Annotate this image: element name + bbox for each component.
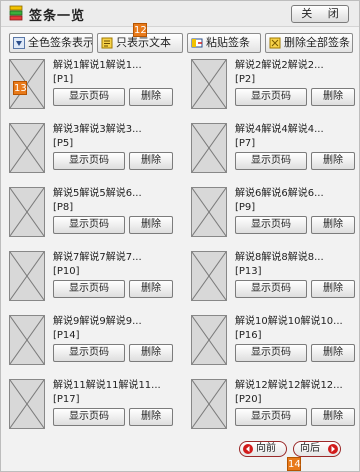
show-page-button[interactable]: 显示页码 [53,152,125,170]
show-page-button[interactable]: 显示页码 [53,216,125,234]
page-thumbnail[interactable] [191,251,227,301]
delete-all-label: 删除全部签条 [284,36,350,49]
note-card: 解说4解说4解说4... [P7] 显示页码 删除 [191,123,360,175]
show-page-button[interactable]: 显示页码 [235,88,307,106]
delete-note-button[interactable]: 删除 [311,152,355,170]
delete-all-button[interactable]: 删除全部签条 [265,33,353,53]
delete-all-icon [269,37,281,49]
callout-badge-toolbar: 12 [133,23,147,37]
next-page-label: 向后 [300,443,320,454]
show-page-button[interactable]: 显示页码 [235,280,307,298]
text-note-icon [101,37,113,49]
note-text: 解说11解说11解说11... [53,380,161,391]
show-page-button[interactable]: 显示页码 [53,88,125,106]
delete-note-button[interactable]: 删除 [129,280,173,298]
all-notes-button[interactable]: 全色签条表示 [9,33,93,53]
note-text: 解说8解说8解说8... [235,252,324,263]
dropdown-arrow-icon [13,37,25,49]
close-button[interactable]: 关 闭 [291,5,349,23]
delete-note-button[interactable]: 删除 [129,88,173,106]
delete-note-button[interactable]: 删除 [311,88,355,106]
note-text: 解说10解说10解说10... [235,316,343,327]
delete-note-button[interactable]: 删除 [129,344,173,362]
page-thumbnail[interactable] [191,123,227,173]
show-page-button[interactable]: 显示页码 [235,216,307,234]
paste-note-button[interactable]: 粘贴签条 [187,33,261,53]
arrow-left-icon [243,444,253,454]
show-page-button[interactable]: 显示页码 [53,280,125,298]
paste-label: 粘贴签条 [206,36,250,49]
note-text: 解说7解说7解说7... [53,252,142,263]
show-page-button[interactable]: 显示页码 [235,152,307,170]
page-thumbnail[interactable] [191,187,227,237]
note-page: [P16] [235,330,262,341]
page-thumbnail[interactable] [9,379,45,429]
delete-note-button[interactable]: 删除 [311,280,355,298]
note-page: [P10] [53,266,80,277]
note-text: 解说2解说2解说2... [235,60,324,71]
delete-note-button[interactable]: 删除 [311,408,355,426]
page-thumbnail[interactable] [9,187,45,237]
note-page: [P13] [235,266,262,277]
previous-page-label: 向前 [256,443,276,454]
title-bar: 签条一览 关 闭 [1,1,359,27]
note-page: [P9] [235,202,256,213]
note-page: [P17] [53,394,80,405]
notes-stack-icon [9,5,23,22]
note-page: [P5] [53,138,74,149]
note-card: 解说3解说3解说3... [P5] 显示页码 删除 [9,123,179,175]
note-page: [P14] [53,330,80,341]
note-card: 解说11解说11解说11... [P17] 显示页码 删除 [9,379,179,431]
note-card: 解说1解说1解说1... [P1] 显示页码 删除 [9,59,179,111]
show-page-button[interactable]: 显示页码 [53,344,125,362]
note-text: 解说6解说6解说6... [235,188,324,199]
all-notes-label: 全色签条表示 [28,36,93,49]
note-card: 解说5解说5解说6... [P8] 显示页码 删除 [9,187,179,239]
page-thumbnail[interactable] [9,123,45,173]
note-page: [P2] [235,74,256,85]
delete-note-button[interactable]: 删除 [311,344,355,362]
arrow-right-icon [328,444,338,454]
previous-page-button[interactable]: 向前 [239,441,287,457]
note-text: 解说3解说3解说3... [53,124,142,135]
delete-note-button[interactable]: 删除 [129,216,173,234]
paste-icon [191,37,203,49]
callout-badge-pager: 14 [287,457,301,471]
note-text: 解说4解说4解说4... [235,124,324,135]
note-text: 解说12解说12解说12... [235,380,343,391]
note-page: [P7] [235,138,256,149]
note-text: 解说1解说1解说1... [53,60,142,71]
delete-note-button[interactable]: 删除 [129,408,173,426]
next-page-button[interactable]: 向后 [293,441,341,457]
page-thumbnail[interactable] [191,315,227,365]
delete-note-button[interactable]: 删除 [311,216,355,234]
note-card: 解说7解说7解说7... [P10] 显示页码 删除 [9,251,179,303]
note-card: 解说12解说12解说12... [P20] 显示页码 删除 [191,379,360,431]
delete-note-button[interactable]: 删除 [129,152,173,170]
note-card: 解说8解说8解说8... [P13] 显示页码 删除 [191,251,360,303]
page-thumbnail[interactable] [191,59,227,109]
note-card: 解说10解说10解说10... [P16] 显示页码 删除 [191,315,360,367]
window-title: 签条一览 [29,9,86,24]
note-card: 解说6解说6解说6... [P9] 显示页码 删除 [191,187,360,239]
notes-list-window: 签条一览 关 闭 全色签条表示 只表示文本 粘贴签条 删除全部签条 12 解说1… [0,0,360,472]
page-thumbnail[interactable] [9,251,45,301]
note-card: 解说2解说2解说2... [P2] 显示页码 删除 [191,59,360,111]
note-page: [P20] [235,394,262,405]
note-page: [P1] [53,74,74,85]
note-page: [P8] [53,202,74,213]
note-text: 解说9解说9解说9... [53,316,142,327]
callout-badge-thumbnail: 13 [13,81,27,95]
page-thumbnail[interactable] [9,315,45,365]
page-thumbnail[interactable] [191,379,227,429]
note-text: 解说5解说5解说6... [53,188,142,199]
show-page-button[interactable]: 显示页码 [235,408,307,426]
show-page-button[interactable]: 显示页码 [235,344,307,362]
toolbar: 全色签条表示 只表示文本 粘贴签条 删除全部签条 12 [1,23,359,55]
show-page-button[interactable]: 显示页码 [53,408,125,426]
note-card: 解说9解说9解说9... [P14] 显示页码 删除 [9,315,179,367]
